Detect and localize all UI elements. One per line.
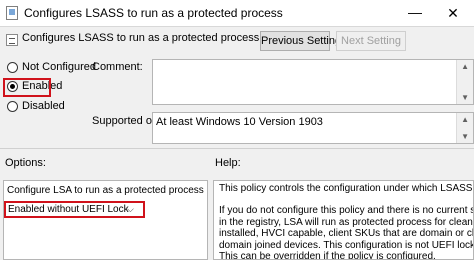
comment-label: Comment: [92,61,143,73]
radio-label-disabled: Disabled [22,100,65,113]
help-line: in the registry, LSA will run as protect… [219,216,473,228]
options-pane: Configure LSA to run as a protected proc… [3,180,208,260]
close-button[interactable]: ✕ [436,3,470,23]
option-setting-label: Configure LSA to run as a protected proc… [7,185,204,196]
help-label: Help: [215,157,241,169]
policy-name: Configures LSASS to run as a protected p… [22,32,260,44]
help-paragraph-2: If you do not configure this policy and … [219,205,474,260]
window-title: Configures LSASS to run as a protected p… [24,6,283,20]
help-paragraph-1: This policy controls the configuration u… [219,183,473,194]
next-setting-button[interactable]: Next Setting [336,31,406,51]
help-line: If you do not configure this policy and … [219,205,474,216]
supported-on-value: At least Windows 10 Version 1903 [156,116,323,128]
comment-scrollbar[interactable]: ▲ ▼ [456,60,473,104]
help-line: installed, HVCI capable, client SKUs tha… [219,228,474,239]
scroll-down-icon[interactable]: ▼ [461,93,469,102]
enabled-highlight-box [3,78,51,97]
supported-scrollbar[interactable]: ▲ ▼ [456,113,473,143]
scroll-up-icon[interactable]: ▲ [461,62,469,71]
radio-disabled[interactable]: Disabled [7,100,65,116]
section-divider [0,148,474,149]
previous-setting-button[interactable]: Previous Setting [260,31,341,51]
supported-on-box: At least Windows 10 Version 1903 ▲ ▼ [152,112,474,144]
radio-label-not-configured: Not Configured [22,61,96,74]
minimize-button[interactable]: — [398,3,432,23]
help-line: domain joined devices. This configuratio… [219,239,474,251]
scroll-up-icon[interactable]: ▲ [461,115,469,124]
radio-circle-disabled[interactable] [7,100,18,112]
help-line: This can be overridden if the policy is … [219,251,436,260]
title-bar: Configures LSASS to run as a protected p… [0,0,474,27]
scroll-down-icon[interactable]: ▼ [461,132,469,141]
radio-not-configured[interactable]: Not Configured [7,61,96,77]
dropdown-highlight-box [4,201,145,218]
help-pane: This policy controls the configuration u… [213,180,474,260]
options-label: Options: [5,157,46,169]
policy-setting-icon [6,34,18,46]
radio-circle-not-configured[interactable] [7,61,18,73]
comment-textarea[interactable]: ▲ ▼ [152,59,474,105]
supported-on-label: Supported on: [92,115,162,127]
app-icon [6,6,18,20]
